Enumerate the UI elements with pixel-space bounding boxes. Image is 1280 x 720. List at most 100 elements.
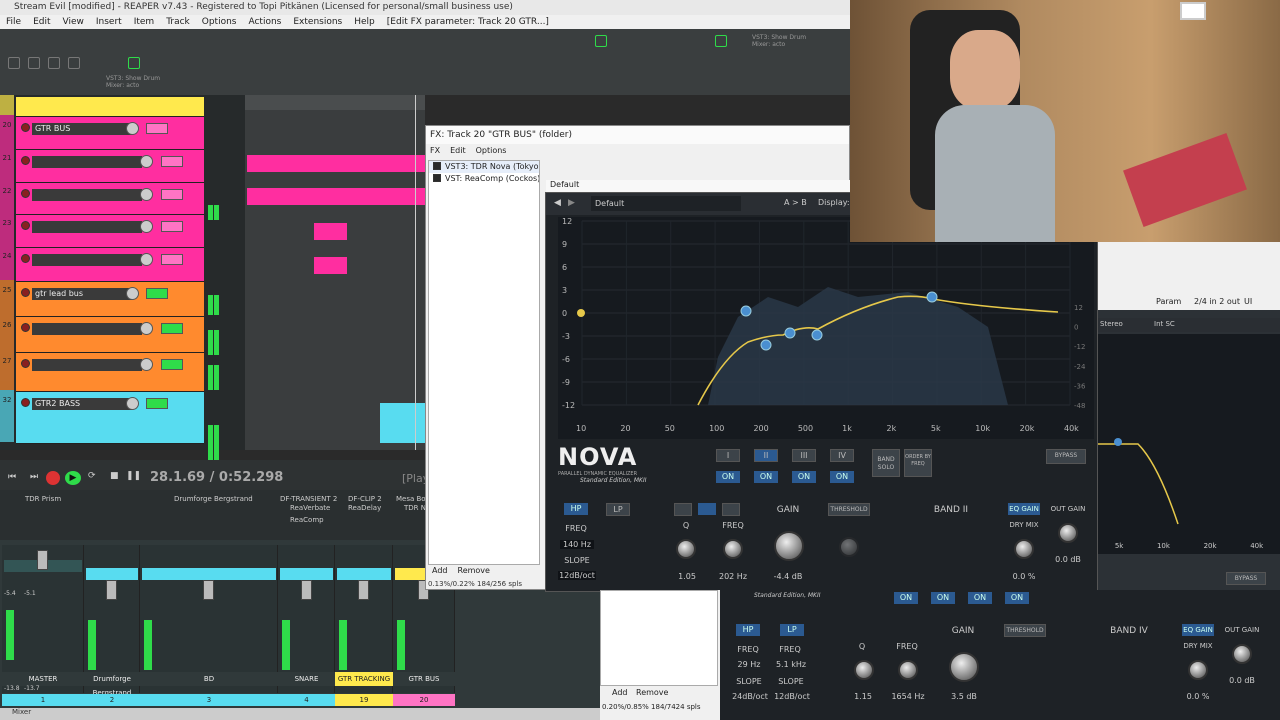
record-arm-button[interactable] — [21, 156, 30, 165]
ui-toggle[interactable]: UI — [1244, 297, 1252, 306]
band-on-button[interactable]: ON — [792, 471, 816, 483]
mixer-plugin-slot[interactable]: ReaComp — [290, 516, 324, 524]
band-node[interactable] — [811, 329, 823, 341]
track-row[interactable]: GTR2 BASS — [16, 392, 204, 444]
track-row[interactable] — [16, 353, 204, 392]
track-name[interactable] — [32, 189, 142, 201]
band-node[interactable] — [926, 291, 938, 303]
hp-button[interactable]: HP — [564, 503, 588, 515]
next-preset-icon[interactable]: ▶ — [568, 198, 575, 208]
media-item[interactable] — [314, 257, 347, 274]
band-on-button[interactable]: ON — [754, 471, 778, 483]
mixer-plugin-slot[interactable]: ReaDelay — [348, 504, 381, 512]
menu-item[interactable]: Options — [196, 15, 243, 29]
track-row[interactable] — [16, 317, 204, 353]
mixer-plugin-slot[interactable]: Mesa Bo — [396, 495, 426, 503]
eq-graph-2[interactable] — [1098, 334, 1280, 554]
eq-gain-button[interactable]: EQ GAIN — [1008, 503, 1040, 515]
lp-freq-value-2[interactable]: 5.1 kHz — [774, 660, 808, 669]
prev-preset-icon[interactable]: ◀ — [554, 198, 561, 208]
band-on-button[interactable]: ON — [716, 471, 740, 483]
hp-freq-value[interactable]: 140 Hz — [560, 540, 594, 549]
fx-button[interactable] — [146, 398, 168, 409]
track-name[interactable]: GTR BUS — [32, 123, 132, 135]
track-name[interactable]: GTR2 BASS — [32, 398, 132, 410]
fx-button[interactable] — [146, 288, 168, 299]
fx-button[interactable] — [161, 189, 183, 200]
eq-curve-2-svg[interactable] — [1098, 334, 1280, 554]
lp-button[interactable]: LP — [606, 503, 630, 516]
out-gain-knob[interactable] — [1058, 523, 1078, 543]
hp-slope-value-2[interactable]: 24dB/oct — [730, 692, 770, 701]
volume-knob[interactable] — [140, 220, 153, 233]
fx-menu-item[interactable]: FX — [430, 144, 440, 158]
pause-button[interactable]: ❚❚ — [126, 471, 141, 481]
band-freq-knob[interactable] — [723, 539, 743, 559]
param-menu[interactable]: Param — [1156, 297, 1181, 306]
band-on-button-2[interactable]: ON — [968, 592, 992, 604]
threshold-button-2[interactable]: THRESHOLD — [1004, 624, 1046, 637]
mixer-strip-name[interactable]: Drumforge Bergstrand — [84, 672, 140, 697]
save-icon[interactable] — [48, 57, 60, 69]
record-arm-button[interactable] — [21, 288, 30, 297]
gain-knob[interactable] — [774, 531, 804, 561]
menu-item[interactable]: View — [57, 15, 90, 29]
menu-item[interactable]: Insert — [90, 15, 128, 29]
loop-icon[interactable] — [715, 35, 727, 47]
preset-select[interactable]: Default — [591, 196, 741, 211]
menu-item[interactable]: File — [0, 15, 27, 29]
bypass-button[interactable]: BYPASS — [1046, 449, 1086, 464]
record-arm-button[interactable] — [21, 189, 30, 198]
ab-toggle[interactable]: A > B — [784, 198, 807, 207]
fx-button[interactable] — [161, 359, 183, 370]
track-row[interactable]: GTR BUS — [16, 117, 204, 150]
track-name[interactable] — [32, 156, 142, 168]
volume-knob[interactable] — [140, 253, 153, 266]
eq-graph[interactable]: 12 9 6 3 0 -3 -6 -9 -12 12 0 -12 -24 -36 -48 10 20 50 100 2… — [558, 217, 1094, 439]
band-select-button[interactable]: IV — [830, 449, 854, 462]
new-project-icon[interactable] — [8, 57, 20, 69]
record-arm-button[interactable] — [21, 323, 30, 332]
band-on-button[interactable]: ON — [830, 471, 854, 483]
remove-fx-button-2[interactable]: Remove — [636, 688, 668, 697]
fx-menu-item[interactable]: Options — [476, 144, 507, 158]
band-on-button-2[interactable]: ON — [894, 592, 918, 604]
open-icon[interactable] — [28, 57, 40, 69]
mixer-strip-name[interactable]: SNARE — [278, 672, 335, 686]
volume-fader[interactable] — [300, 580, 312, 600]
mixer-plugin-slot[interactable]: DF-CLIP 2 — [348, 495, 382, 503]
lp-button-2[interactable]: LP — [780, 624, 804, 636]
volume-knob[interactable] — [126, 287, 139, 300]
peak-shape-button[interactable] — [698, 503, 716, 515]
track-name[interactable] — [32, 359, 142, 371]
track-row[interactable]: gtr lead bus — [16, 282, 204, 317]
threshold-button[interactable]: THRESHOLD — [828, 503, 870, 516]
track-row[interactable] — [16, 215, 204, 248]
q-knob-2[interactable] — [854, 660, 874, 680]
menu-item[interactable]: Actions — [242, 15, 287, 29]
lp-slope-value-2[interactable]: 12dB/oct — [772, 692, 812, 701]
mixer-plugin-slot[interactable]: TDR Prism — [25, 495, 61, 503]
q-knob[interactable] — [676, 539, 696, 559]
dry-mix-knob-2[interactable] — [1188, 660, 1208, 680]
hp-button-2[interactable]: HP — [736, 624, 760, 636]
dry-mix-knob[interactable] — [1014, 539, 1034, 559]
out-gain-knob-2[interactable] — [1232, 644, 1252, 664]
hp-slope-value[interactable]: 12dB/oct — [558, 571, 596, 580]
band-select-button[interactable]: I — [716, 449, 740, 462]
shelf-shape-button[interactable] — [722, 503, 740, 516]
record-arm-button[interactable] — [21, 359, 30, 368]
gain-knob-2[interactable] — [949, 652, 979, 682]
track-row[interactable] — [16, 248, 204, 282]
track-name[interactable] — [32, 254, 142, 266]
fx-button[interactable] — [161, 156, 183, 167]
track-row[interactable] — [16, 150, 204, 183]
stereo-select[interactable]: Stereo — [1100, 320, 1123, 328]
snap-icon[interactable] — [128, 57, 140, 69]
mixer-strip-name[interactable]: GTR TRACKING — [335, 672, 393, 686]
menu-item[interactable]: [Edit FX parameter: Track 20 GTR...] — [381, 15, 555, 29]
mixer-tab[interactable]: Mixer — [0, 708, 600, 720]
media-item[interactable] — [247, 155, 425, 172]
mixer-plugin-slot[interactable]: ReaVerbate — [290, 504, 330, 512]
band-node[interactable] — [784, 327, 796, 339]
